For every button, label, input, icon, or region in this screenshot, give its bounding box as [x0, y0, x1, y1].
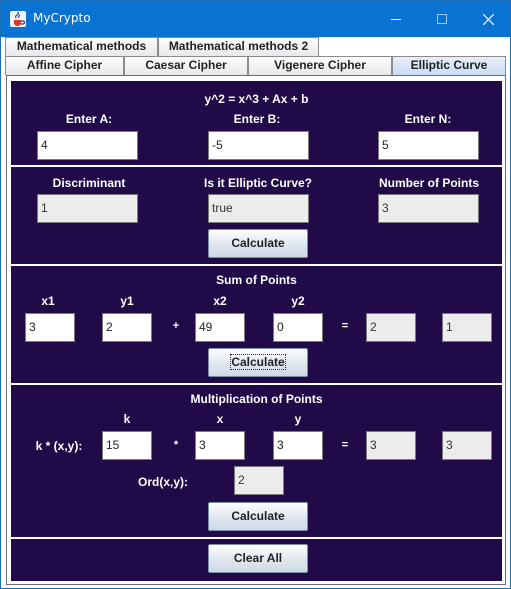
tab-affine-cipher[interactable]: Affine Cipher	[5, 56, 124, 75]
tab-content-panel: y^2 = x^3 + Ax + b Enter A: Enter B: Ent…	[6, 75, 506, 585]
label-x2: x2	[213, 294, 227, 308]
label-ord: Ord(x,y):	[137, 475, 188, 489]
tab-elliptic-curve[interactable]: Elliptic Curve	[392, 56, 506, 75]
output-ord: 2	[234, 466, 284, 495]
sum-of-points-title: Sum of Points	[216, 273, 297, 287]
tab-vigenere-cipher[interactable]: Vigenere Cipher	[248, 56, 392, 75]
label-x: x	[216, 412, 224, 426]
calculate-mult-label: Calculate	[231, 509, 285, 523]
close-button[interactable]	[465, 1, 511, 37]
input-x[interactable]: 3	[195, 431, 245, 460]
app-window: MyCrypto Mathematical methods Mathematic…	[0, 0, 511, 589]
clear-all-button[interactable]: Clear All	[208, 544, 308, 573]
tab-mathematical-methods[interactable]: Mathematical methods	[5, 37, 158, 56]
tab-caesar-cipher[interactable]: Caesar Cipher	[124, 56, 248, 75]
label-number-of-points: Number of Points	[378, 176, 479, 190]
calculate-mult-button[interactable]: Calculate	[208, 502, 308, 531]
output-mult-y: 3	[442, 431, 492, 460]
separator-1	[11, 165, 502, 167]
label-is-elliptic-curve: Is it Elliptic Curve?	[203, 176, 313, 190]
label-k-times-point: k * (x,y):	[35, 439, 83, 453]
output-sum-x: 2	[366, 313, 416, 342]
input-y1[interactable]: 2	[102, 313, 152, 342]
multiplication-of-points-title: Multiplication of Points	[190, 392, 323, 406]
label-discriminant: Discriminant	[52, 176, 126, 190]
minimize-icon	[391, 19, 401, 20]
window-title: MyCrypto	[33, 11, 91, 25]
input-x1[interactable]: 3	[25, 313, 75, 342]
minimize-button[interactable]	[373, 1, 419, 37]
equals-sign: =	[341, 320, 349, 332]
label-x1: x1	[41, 294, 55, 308]
calculate-sum-button[interactable]: Calculate	[208, 348, 308, 377]
calculate-sum-label: Calculate	[230, 354, 286, 370]
times-sign: *	[173, 439, 179, 451]
input-n[interactable]: 5	[378, 131, 479, 160]
label-k: k	[123, 412, 131, 426]
output-is-elliptic-curve: true	[208, 194, 309, 223]
output-sum-y: 1	[442, 313, 492, 342]
output-number-of-points: 3	[378, 194, 479, 223]
calculate-curve-label: Calculate	[231, 236, 285, 250]
output-discriminant: 1	[37, 194, 138, 223]
input-b[interactable]: -5	[208, 131, 309, 160]
label-enter-n: Enter N:	[404, 112, 452, 126]
clear-all-label: Clear All	[233, 551, 283, 565]
separator-4	[11, 537, 502, 539]
input-x2[interactable]: 49	[195, 313, 245, 342]
equals-sign-mult: =	[341, 439, 349, 451]
input-y[interactable]: 3	[273, 431, 323, 460]
tab-mathematical-methods-2[interactable]: Mathematical methods 2	[158, 37, 319, 56]
elliptic-curve-panel: y^2 = x^3 + Ax + b Enter A: Enter B: Ent…	[11, 81, 502, 581]
label-y: y	[294, 412, 302, 426]
label-enter-b: Enter B:	[233, 112, 281, 126]
tab-row-bottom: Affine Cipher Caesar Cipher Vigenere Cip…	[5, 56, 506, 75]
curve-equation: y^2 = x^3 + Ax + b	[204, 92, 309, 106]
input-y2[interactable]: 0	[273, 313, 323, 342]
label-y2: y2	[291, 294, 305, 308]
maximize-icon	[437, 14, 447, 24]
output-mult-x: 3	[366, 431, 416, 460]
input-k[interactable]: 15	[102, 431, 152, 460]
close-icon	[482, 13, 494, 25]
java-cup-icon	[10, 11, 26, 27]
title-bar[interactable]: MyCrypto	[1, 1, 510, 37]
separator-2	[11, 264, 502, 266]
calculate-curve-button[interactable]: Calculate	[208, 229, 308, 258]
tab-row-top: Mathematical methods Mathematical method…	[5, 37, 505, 56]
input-a[interactable]: 4	[37, 131, 138, 160]
label-enter-a: Enter A:	[65, 112, 113, 126]
separator-3	[11, 383, 502, 385]
plus-sign: +	[172, 320, 180, 332]
maximize-button[interactable]	[419, 1, 465, 37]
label-y1: y1	[120, 294, 134, 308]
